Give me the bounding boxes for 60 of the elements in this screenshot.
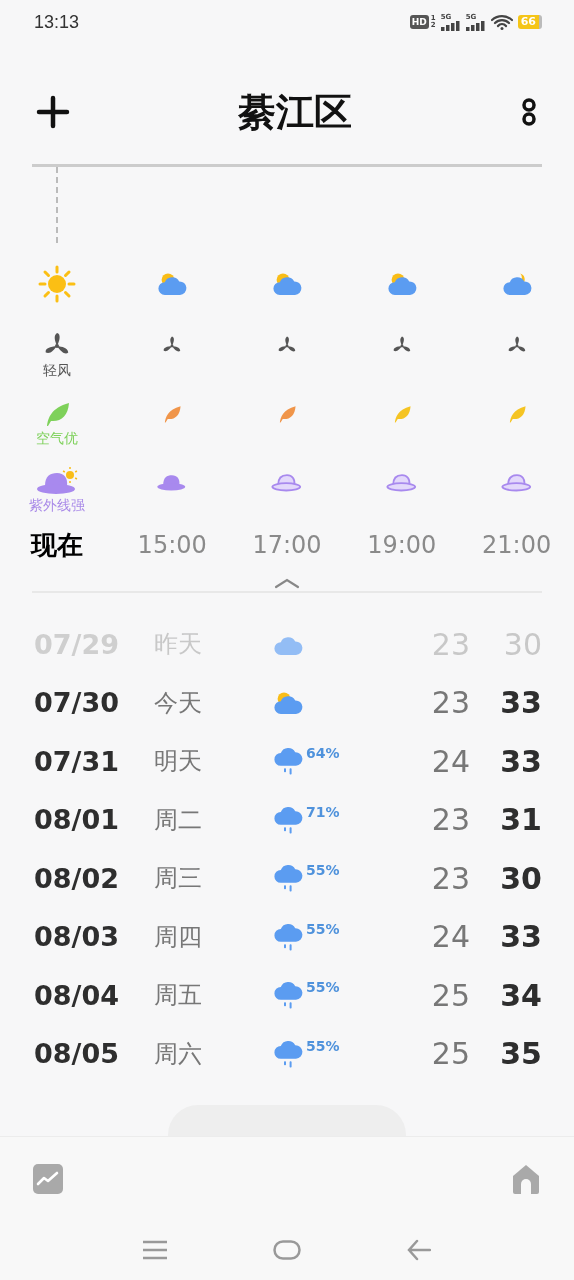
back-icon[interactable] [407, 1239, 431, 1261]
low-temperature: 23 [430, 685, 471, 721]
forecast-row[interactable]: 07/31 明天 64% 24 33 [0, 732, 574, 791]
menu-icon[interactable] [143, 1240, 167, 1260]
low-temperature: 24 [430, 743, 471, 779]
chevron-up-icon[interactable] [274, 577, 300, 589]
city-title: 綦江区 [238, 88, 352, 136]
precipitation-chance: 71% [306, 803, 340, 820]
precipitation-chance: 55% [306, 862, 340, 879]
high-temperature: 33 [499, 743, 542, 779]
uv-label: 紫外线强 [29, 496, 86, 514]
trend-chart-icon[interactable] [33, 1163, 63, 1194]
date-text: 07/31 [34, 745, 120, 777]
weekday-text: 周五 [154, 980, 203, 1012]
high-temperature: 35 [499, 1036, 542, 1072]
battery-indicator: 66 [517, 15, 542, 29]
signal-icon [465, 20, 486, 31]
weekday-text: 明天 [154, 746, 203, 778]
date-text: 08/03 [34, 921, 120, 953]
low-temperature: 23 [430, 860, 471, 896]
home-icon[interactable] [511, 1163, 541, 1194]
weekday-text: 周三 [154, 863, 203, 895]
hd-badge: HD [409, 15, 429, 29]
precipitation-chance: 55% [306, 920, 340, 937]
weekday-text: 今天 [154, 687, 203, 719]
weekday-text: 周二 [154, 804, 203, 836]
high-temperature: 33 [499, 685, 542, 721]
hour-label[interactable]: 现在 [31, 527, 84, 563]
home-button-icon[interactable] [273, 1240, 301, 1260]
low-temperature: 25 [430, 1036, 471, 1072]
add-icon[interactable] [36, 95, 70, 129]
date-text: 08/04 [34, 979, 120, 1011]
date-text: 08/05 [34, 1038, 120, 1070]
forecast-row[interactable]: 07/30 今天 23 33 [0, 673, 574, 732]
high-temperature: 31 [499, 802, 542, 838]
wifi-icon [490, 14, 513, 30]
clock-time: 13:13 [34, 11, 80, 33]
high-temperature: 33 [499, 919, 542, 955]
forecast-row[interactable]: 08/03 周四 55% 24 33 [0, 907, 574, 966]
date-text: 08/02 [34, 862, 120, 894]
high-temperature: 30 [499, 860, 542, 896]
signal-icon [440, 20, 461, 31]
date-text: 07/30 [34, 687, 120, 719]
forecast-row[interactable]: 08/02 周三 55% 23 30 [0, 849, 574, 908]
forecast-row[interactable]: 08/05 周六 55% 25 35 [0, 1024, 574, 1083]
wind-label: 轻风 [43, 361, 72, 379]
weekday-text: 周六 [154, 1038, 203, 1070]
precipitation-chance: 55% [306, 979, 340, 996]
more-icon[interactable] [520, 97, 538, 127]
low-temperature: 24 [430, 919, 471, 955]
date-text: 08/01 [34, 804, 120, 836]
precipitation-chance: 55% [306, 1037, 340, 1054]
low-temperature: 25 [430, 977, 471, 1013]
low-temperature: 23 [430, 802, 471, 838]
air-quality-label: 空气优 [36, 429, 79, 447]
precipitation-chance: 64% [306, 745, 340, 762]
forecast-row[interactable]: 08/04 周五 55% 25 34 [0, 966, 574, 1025]
weekday-text: 周四 [154, 921, 203, 953]
high-temperature: 34 [499, 977, 542, 1013]
forecast-row[interactable]: 08/01 周二 71% 23 31 [0, 790, 574, 849]
